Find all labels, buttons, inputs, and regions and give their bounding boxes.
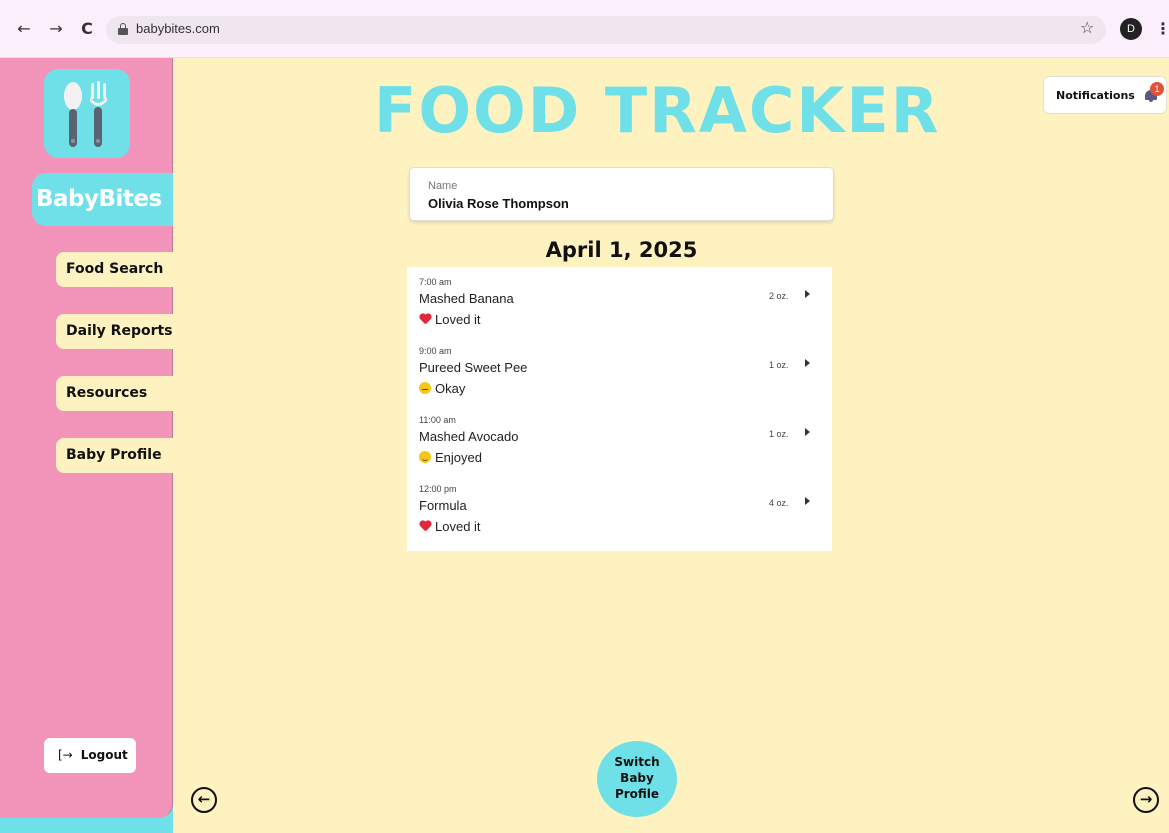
entry-amount: 2 oz.: [769, 291, 789, 301]
forward-arrow-icon[interactable]: →: [46, 19, 66, 39]
log-date: April 1, 2025: [545, 238, 698, 262]
reload-icon[interactable]: C: [77, 19, 97, 39]
list-item[interactable]: 12:00 pm Formula Loved it 4 oz.: [419, 484, 819, 546]
name-value: Olivia Rose Thompson: [428, 196, 569, 211]
neutral-face-icon: [419, 382, 431, 394]
reaction-text: Loved it: [435, 312, 481, 327]
sidebar-item-resources[interactable]: Resources: [56, 376, 173, 411]
expand-arrow-icon[interactable]: [805, 428, 810, 436]
lock-icon: [118, 23, 128, 35]
smiling-face-icon: [419, 451, 431, 463]
entry-food: Mashed Banana: [419, 291, 514, 306]
switch-label-line1: Switch: [614, 755, 660, 769]
logout-label: Logout: [80, 748, 128, 762]
list-item[interactable]: 9:00 am Pureed Sweet Pee Okay 1 oz.: [419, 346, 819, 408]
notifications-label: Notifications: [1056, 89, 1135, 102]
bookmark-star-icon[interactable]: ☆: [1080, 18, 1094, 37]
food-log-list: 7:00 am Mashed Banana Loved it 2 oz. 9:0…: [407, 267, 832, 551]
sidebar-item-food-search[interactable]: Food Search: [56, 252, 173, 287]
entry-reaction: Enjoyed: [419, 450, 482, 465]
brand-name: BabyBites: [32, 173, 173, 226]
baby-name-field[interactable]: Name Olivia Rose Thompson: [409, 167, 834, 221]
reaction-text: Loved it: [435, 519, 481, 534]
page-title: FOOD TRACKER: [374, 74, 941, 147]
entry-amount: 4 oz.: [769, 498, 789, 508]
heart-icon: [419, 314, 431, 325]
spoon-fork-icon: [64, 81, 107, 147]
entry-time: 9:00 am: [419, 346, 452, 356]
app-logo[interactable]: [44, 69, 130, 158]
next-arrow-icon[interactable]: →: [1133, 787, 1159, 813]
notification-count-badge: 1: [1150, 82, 1164, 96]
entry-food: Mashed Avocado: [419, 429, 519, 444]
expand-arrow-icon[interactable]: [805, 290, 810, 298]
list-item[interactable]: 11:00 am Mashed Avocado Enjoyed 1 oz.: [419, 415, 819, 477]
list-item[interactable]: 7:00 am Mashed Banana Loved it 2 oz.: [419, 277, 819, 339]
entry-amount: 1 oz.: [769, 360, 789, 370]
expand-arrow-icon[interactable]: [805, 359, 810, 367]
entry-time: 12:00 pm: [419, 484, 457, 494]
reaction-text: Enjoyed: [435, 450, 482, 465]
switch-label-line2: Baby: [620, 771, 654, 785]
entry-reaction: Loved it: [419, 312, 481, 327]
sidebar-item-daily-reports[interactable]: Daily Reports: [56, 314, 173, 349]
profile-avatar[interactable]: D: [1120, 18, 1142, 40]
entry-amount: 1 oz.: [769, 429, 789, 439]
browser-menu-icon[interactable]: ⋮: [1155, 19, 1169, 38]
reaction-text: Okay: [435, 381, 466, 396]
expand-arrow-icon[interactable]: [805, 497, 810, 505]
address-bar[interactable]: babybites.com: [106, 16, 1106, 44]
switch-label-line3: Profile: [614, 787, 660, 801]
sidebar: BabyBites Food Search Daily Reports Reso…: [0, 58, 173, 818]
back-arrow-icon[interactable]: ←: [14, 19, 34, 39]
entry-food: Formula: [419, 498, 467, 513]
previous-arrow-icon[interactable]: ←: [191, 787, 217, 813]
sidebar-item-baby-profile[interactable]: Baby Profile: [56, 438, 173, 473]
entry-food: Pureed Sweet Pee: [419, 360, 528, 375]
entry-time: 7:00 am: [419, 277, 452, 287]
logout-icon: [→: [58, 748, 73, 762]
browser-toolbar: ← → C babybites.com ☆ D ⋮: [0, 0, 1169, 58]
logout-button[interactable]: [→ Logout: [44, 738, 136, 773]
name-label: Name: [428, 180, 458, 192]
notifications-button[interactable]: Notifications: [1043, 76, 1167, 114]
heart-icon: [419, 521, 431, 532]
url-text: babybites.com: [136, 21, 220, 36]
entry-reaction: Loved it: [419, 519, 481, 534]
entry-reaction: Okay: [419, 381, 465, 396]
entry-time: 11:00 am: [419, 415, 456, 425]
switch-baby-profile-button[interactable]: Switch Baby Profile: [597, 741, 677, 817]
